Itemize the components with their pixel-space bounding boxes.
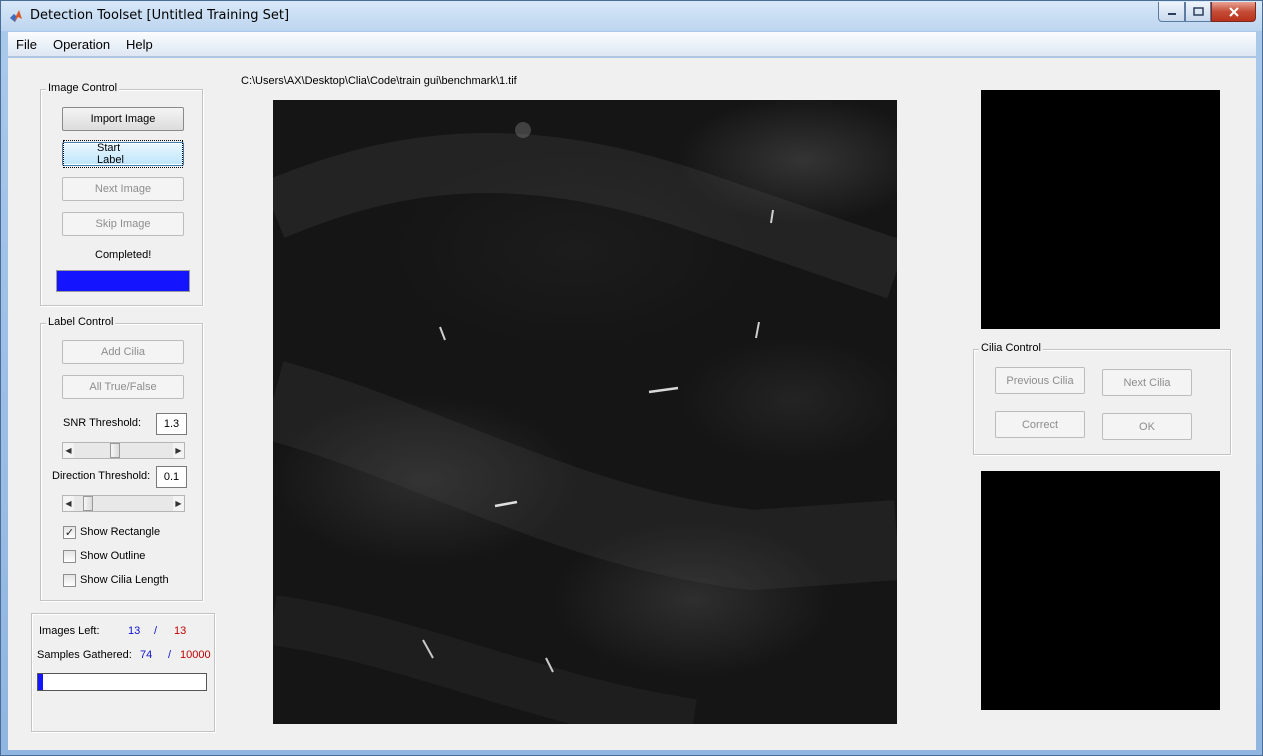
samples-gathered-value: 74 [140,649,153,661]
slider-right-arrow-icon[interactable]: ▶ [173,443,184,458]
menu-bar: File Operation Help [8,32,1256,57]
image-control-panel: Image Control Import Image Start Label N… [40,82,203,306]
images-left-value: 13 [128,625,141,637]
direction-threshold-input[interactable]: 0.1 [156,466,187,488]
title-bar[interactable]: Detection Toolset [Untitled Training Set… [1,1,1262,31]
menu-file[interactable]: File [8,37,45,52]
client-area: Image Control Import Image Start Label N… [8,58,1256,750]
correct-button[interactable]: Correct [995,411,1085,438]
direction-threshold-slider[interactable]: ◀ ▶ [62,495,185,512]
menu-help[interactable]: Help [118,37,161,52]
image-file-path: C:\Users\AX\Desktop\Clia\Code\train gui\… [241,75,517,87]
samples-gathered-label: Samples Gathered: [37,649,132,661]
cilia-control-title: Cilia Control [979,342,1043,354]
cilium-mark [439,326,446,341]
add-cilia-button[interactable]: Add Cilia [62,340,184,364]
direction-slider-thumb[interactable] [82,496,93,511]
samples-progress-bar [37,673,207,691]
image-control-title: Image Control [46,82,120,94]
skip-image-button[interactable]: Skip Image [62,212,184,236]
images-left-label: Images Left: [39,625,100,637]
stats-panel: Images Left: 13 / 13 Samples Gathered: 7… [31,613,215,732]
samples-separator: / [168,649,172,661]
snr-slider-thumb[interactable] [109,443,120,458]
app-window: Detection Toolset [Untitled Training Set… [0,0,1263,756]
all-true-false-button[interactable]: All True/False [62,375,184,399]
show-cilia-length-checkbox[interactable] [63,574,76,587]
slider-right-arrow-icon[interactable]: ▶ [173,496,184,511]
microscope-image[interactable] [261,100,907,749]
menu-operation[interactable]: Operation [45,37,118,52]
close-icon [1228,6,1239,17]
snr-threshold-label: SNR Threshold: [63,417,142,429]
slider-left-arrow-icon[interactable]: ◀ [63,496,74,511]
show-rectangle-label[interactable]: Show Rectangle [80,526,160,538]
status-text: Completed! [95,249,152,261]
cilia-preview-bottom [981,471,1220,710]
label-control-title: Label Control [46,316,116,328]
direction-threshold-label: Direction Threshold: [52,470,151,482]
images-separator: / [154,625,158,637]
samples-progress-fill [38,674,43,690]
start-label-button[interactable]: Start Label [62,140,184,168]
ok-button[interactable]: OK [1102,413,1192,440]
next-image-button[interactable]: Next Image [62,177,184,201]
cilium-mark [648,386,679,394]
show-cilia-length-label[interactable]: Show Cilia Length [80,574,169,586]
slider-left-arrow-icon[interactable]: ◀ [63,443,74,458]
import-image-button[interactable]: Import Image [62,107,184,131]
next-cilia-button[interactable]: Next Cilia [1102,369,1192,396]
cilia-preview-top [981,90,1220,329]
snr-threshold-slider[interactable]: ◀ ▶ [62,442,185,459]
show-outline-checkbox[interactable] [63,550,76,563]
samples-total-value: 10000 [180,649,211,661]
minimize-button[interactable] [1158,2,1185,22]
show-rectangle-checkbox[interactable]: ✓ [63,526,76,539]
cilium-mark [755,321,760,339]
window-title: Detection Toolset [Untitled Training Set… [30,8,290,23]
maximize-button[interactable] [1185,2,1211,22]
cilia-control-panel: Cilia Control Previous Cilia Next Cilia … [973,342,1231,455]
image-progress-bar [56,270,190,292]
image-progress-fill [57,271,189,291]
show-outline-label[interactable]: Show Outline [80,550,145,562]
previous-cilia-button[interactable]: Previous Cilia [995,367,1085,394]
images-total-value: 13 [174,625,187,637]
cilia-image-overlay [261,122,907,749]
minimize-icon [1167,12,1176,15]
maximize-icon [1192,7,1204,16]
snr-threshold-input[interactable]: 1.3 [156,413,187,435]
close-button[interactable] [1211,2,1256,22]
label-control-panel: Label Control Add Cilia All True/False S… [40,316,203,601]
start-label-text: Start Label [63,140,183,168]
matlab-icon [10,10,22,22]
